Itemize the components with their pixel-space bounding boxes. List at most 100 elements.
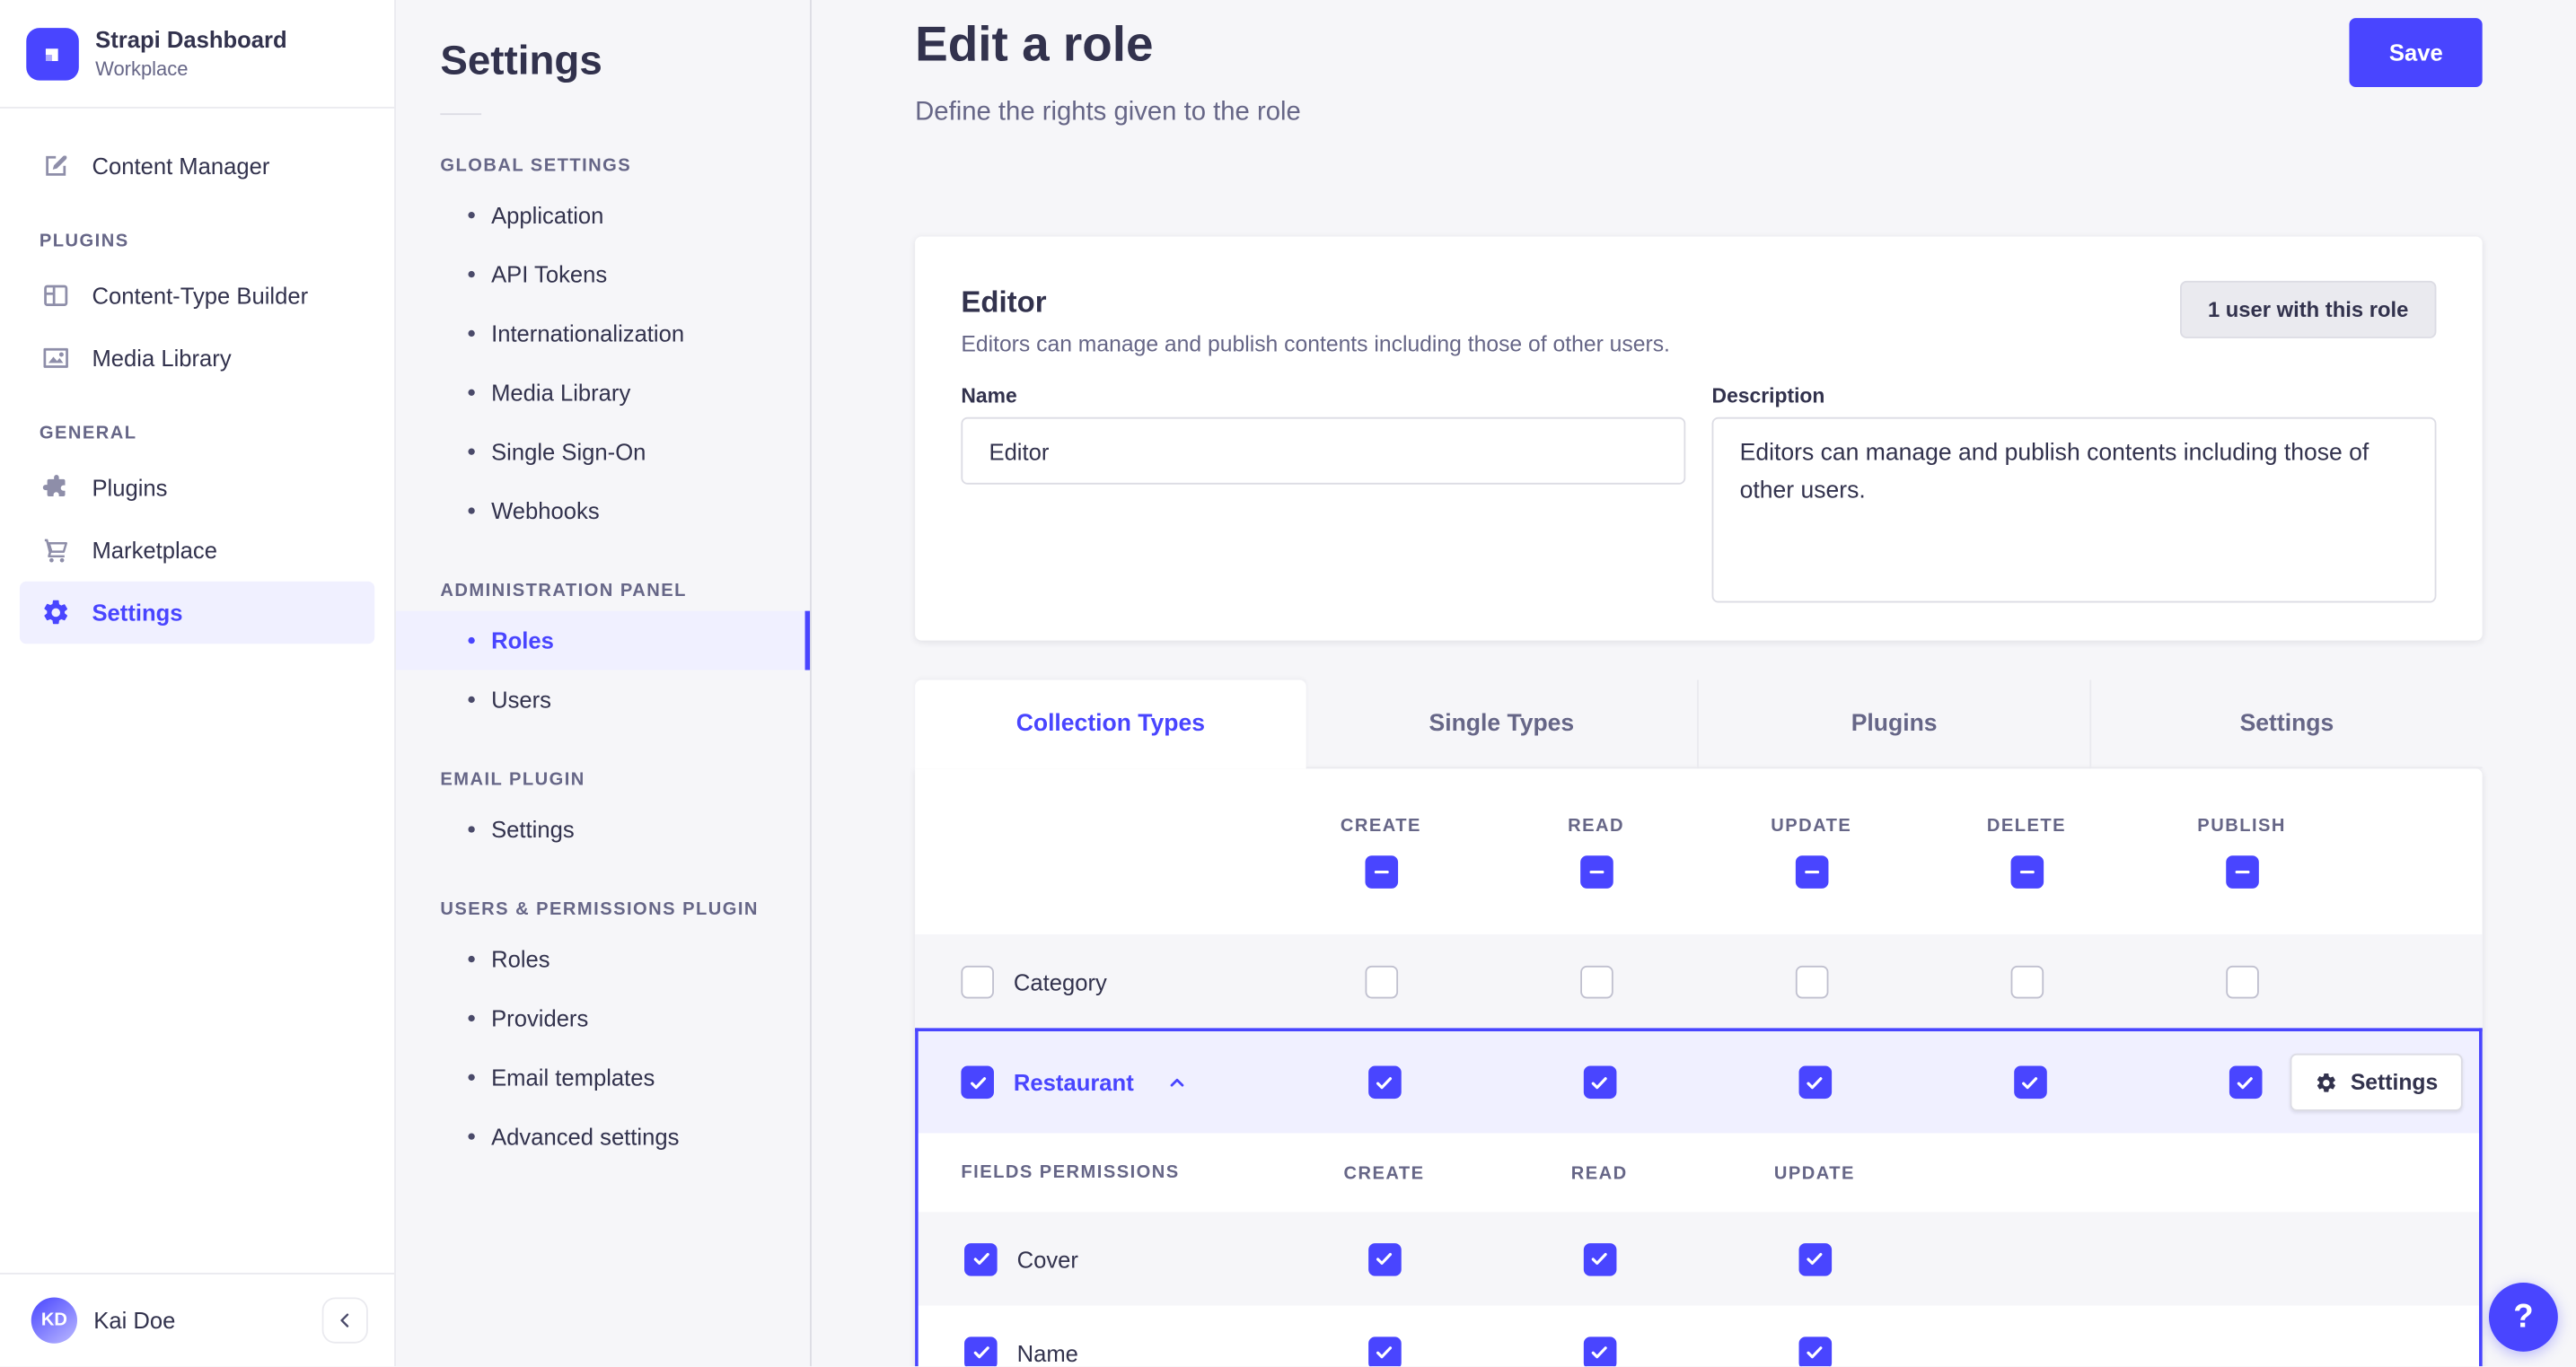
settings-nav-item-api-tokens[interactable]: API Tokens — [396, 245, 810, 304]
row-label: Name — [1016, 1339, 1078, 1366]
settings-nav-item-label: API Tokens — [491, 260, 608, 288]
settings-nav-item-single-sign-on[interactable]: Single Sign-On — [396, 422, 810, 481]
settings-nav-item-label: Application — [491, 202, 604, 229]
page-header: Edit a role Save — [915, 0, 2483, 87]
content-type-builder-icon — [40, 279, 73, 312]
save-button[interactable]: Save — [2350, 18, 2483, 87]
name-create-checkbox[interactable] — [1367, 1336, 1401, 1367]
divider — [440, 113, 482, 116]
permissions-table-header: CREATE READ UPDATE DELETE PUBLISH — [915, 768, 2483, 934]
sidebar-item-marketplace[interactable]: Marketplace — [20, 519, 374, 582]
name-read-checkbox[interactable] — [1582, 1336, 1616, 1367]
check-icon — [970, 1076, 986, 1089]
select-all-publish-checkbox[interactable] — [2225, 854, 2258, 888]
settings-nav-item-roles[interactable]: Roles — [395, 610, 811, 670]
restaurant-read-checkbox[interactable] — [1582, 1065, 1616, 1100]
restaurant-publish-checkbox[interactable] — [2228, 1065, 2262, 1100]
sidebar-item-label: Marketplace — [92, 537, 218, 564]
settings-nav-item-providers[interactable]: Providers — [396, 988, 810, 1047]
settings-section-label: ADMINISTRATION PANEL — [440, 581, 687, 601]
column-header-read: READ — [1489, 815, 1704, 888]
row-category-checkbox[interactable] — [961, 964, 994, 998]
settings-nav-item-roles[interactable]: Roles — [396, 930, 810, 989]
check-icon — [1376, 1252, 1393, 1266]
restaurant-update-checkbox[interactable] — [1798, 1065, 1832, 1100]
check-icon — [1376, 1076, 1393, 1089]
settings-nav-item-advanced-settings[interactable]: Advanced settings — [396, 1107, 810, 1166]
role-description-textarea[interactable]: Editors can manage and publish contents … — [1711, 416, 2437, 603]
settings-nav-item-users[interactable]: Users — [396, 670, 810, 730]
row-restaurant-checkbox[interactable] — [961, 1065, 994, 1100]
field-name-checkbox[interactable] — [964, 1336, 998, 1367]
settings-section-label: USERS & PERMISSIONS PLUGIN — [440, 899, 759, 920]
settings-nav-item-label: Roles — [491, 627, 554, 654]
settings-nav-item-label: Roles — [491, 945, 550, 973]
sidebar-item-plugins[interactable]: Plugins — [20, 457, 374, 520]
main-nav: Content Manager PLUGINS Content-Type Build… — [0, 109, 394, 1273]
settings-nav-item-internationalization[interactable]: Internationalization — [396, 303, 810, 363]
gear-icon — [40, 596, 73, 629]
sidebar-item-content-manager[interactable]: Content Manager — [20, 135, 374, 197]
chevron-up-icon[interactable] — [1166, 1072, 1188, 1093]
field-cover-checkbox[interactable] — [964, 1242, 998, 1275]
workspace-switcher[interactable]: Strapi Dashboard Workplace — [0, 0, 394, 107]
indeterminate-icon — [2234, 870, 2249, 873]
fields-column-label: UPDATE — [1773, 1164, 1855, 1185]
settings-nav-item-webhooks[interactable]: Webhooks — [396, 481, 810, 540]
nav-section-label: PLUGINS — [39, 231, 129, 251]
cover-read-checkbox[interactable] — [1582, 1242, 1616, 1275]
select-all-read-checkbox[interactable] — [1579, 854, 1613, 888]
restaurant-create-checkbox[interactable] — [1367, 1065, 1401, 1100]
tab-settings[interactable]: Settings — [2089, 679, 2483, 769]
users-with-role-button[interactable]: 1 user with this role — [2179, 280, 2437, 338]
sidebar-item-media-library[interactable]: Media Library — [20, 327, 374, 390]
category-read-checkbox[interactable] — [1579, 964, 1613, 998]
check-icon — [972, 1346, 989, 1359]
restaurant-delete-checkbox[interactable] — [2013, 1065, 2046, 1100]
sidebar-item-settings[interactable]: Settings — [19, 581, 375, 644]
row-settings-button[interactable]: Settings — [2290, 1053, 2463, 1111]
settings-nav-item-settings[interactable]: Settings — [396, 800, 810, 859]
table-row-category: Category — [915, 934, 2483, 1029]
role-details-card: Editor Editors can manage and publish co… — [915, 236, 2483, 641]
settings-nav-item-email-templates[interactable]: Email templates — [396, 1047, 810, 1107]
select-all-update-checkbox[interactable] — [1794, 854, 1828, 888]
role-name-input[interactable] — [961, 416, 1686, 485]
permissions-tabs: Collection Types Single Types Plugins Setti… — [915, 679, 2483, 769]
tab-collection-types[interactable]: Collection Types — [915, 679, 1306, 769]
bullet-icon — [468, 636, 475, 644]
page-title: Edit a role — [915, 18, 1154, 73]
check-icon — [1591, 1252, 1607, 1266]
fields-column-label: READ — [1570, 1164, 1628, 1185]
settings-nav-item-label: Single Sign-On — [491, 438, 646, 465]
cover-create-checkbox[interactable] — [1367, 1242, 1401, 1275]
indeterminate-icon — [2018, 870, 2034, 873]
category-create-checkbox[interactable] — [1364, 964, 1398, 998]
settings-nav-item-application[interactable]: Application — [396, 186, 810, 245]
settings-nav-item-media-library[interactable]: Media Library — [396, 363, 810, 422]
tab-plugins[interactable]: Plugins — [1697, 679, 2090, 769]
name-update-checkbox[interactable] — [1798, 1336, 1832, 1367]
name-field-label: Name — [961, 384, 1017, 407]
category-delete-checkbox[interactable] — [2009, 964, 2044, 998]
category-update-checkbox[interactable] — [1794, 964, 1828, 998]
row-label[interactable]: Restaurant — [1014, 1069, 1134, 1095]
user-name: Kai Doe — [93, 1307, 176, 1334]
check-icon — [1591, 1076, 1607, 1089]
help-button[interactable]: ? — [2488, 1282, 2558, 1352]
gear-icon — [2315, 1071, 2338, 1094]
avatar[interactable]: KD — [31, 1297, 77, 1344]
tab-single-types[interactable]: Single Types — [1306, 679, 1698, 769]
collapse-sidebar-button[interactable] — [321, 1297, 368, 1344]
check-icon — [1807, 1252, 1823, 1266]
settings-section-label: GLOBAL SETTINGS — [440, 155, 632, 176]
select-all-delete-checkbox[interactable] — [2009, 854, 2044, 888]
strapi-admin-app: Strapi Dashboard Workplace Content Manag… — [0, 0, 2576, 1367]
category-publish-checkbox[interactable] — [2225, 964, 2258, 998]
row-label: Cover — [1016, 1245, 1078, 1273]
select-all-create-checkbox[interactable] — [1364, 854, 1398, 888]
sidebar-item-label: Content-Type Builder — [92, 282, 309, 309]
cover-update-checkbox[interactable] — [1798, 1242, 1832, 1275]
sidebar-item-content-type-builder[interactable]: Content-Type Builder — [20, 265, 374, 328]
check-icon — [972, 1252, 989, 1266]
